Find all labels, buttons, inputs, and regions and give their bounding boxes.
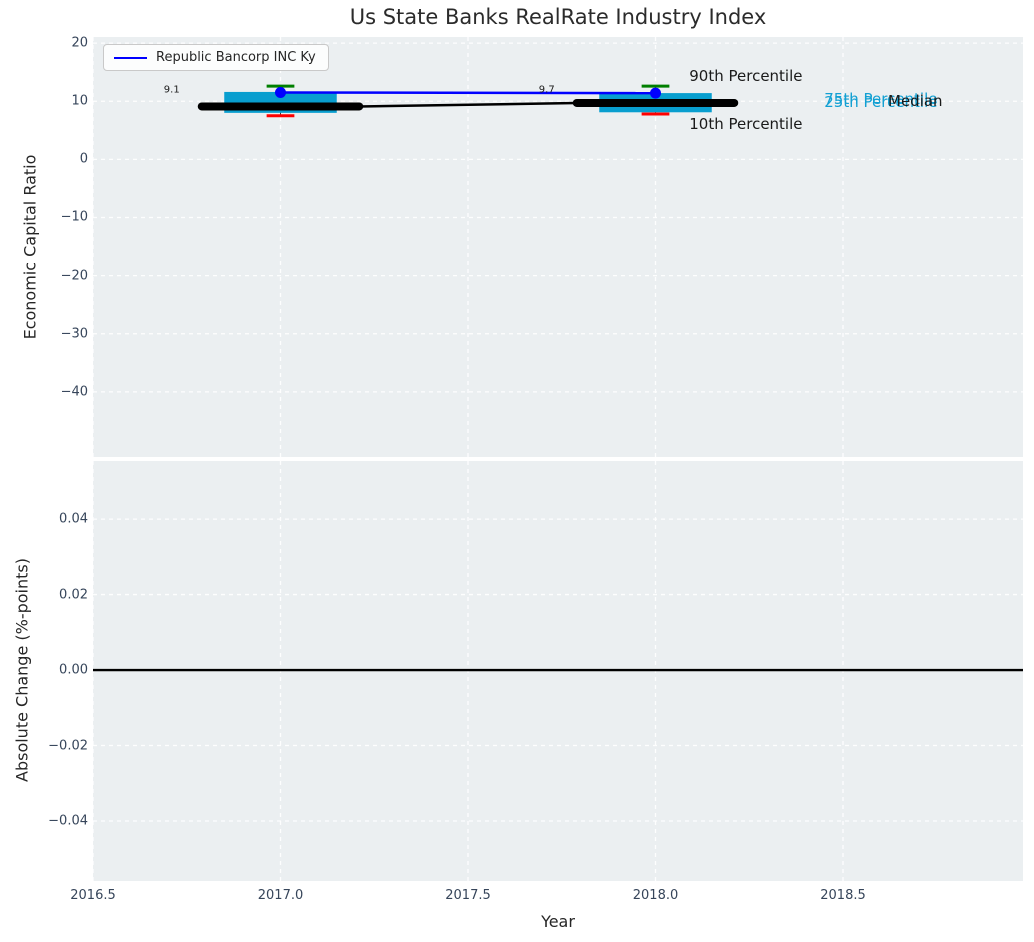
figure: Us State Banks RealRate Industry Index R… xyxy=(0,0,1034,942)
annotation-90th-percentile: 90th Percentile xyxy=(689,67,802,85)
company-line xyxy=(281,93,656,94)
annotation-9-7: 9.7 xyxy=(539,85,555,96)
legend-label: Republic Bancorp INC Ky xyxy=(156,50,316,65)
chart-title: Us State Banks RealRate Industry Index xyxy=(93,5,1023,29)
legend: Republic Bancorp INC Ky xyxy=(103,44,329,71)
y-tick-label: −30 xyxy=(0,326,88,341)
y-tick-label: 0.00 xyxy=(0,663,88,678)
bottom-plot-canvas xyxy=(93,461,1023,881)
axes-absolute-change xyxy=(93,461,1023,881)
y-tick-label: 0.04 xyxy=(0,512,88,527)
y-tick-label: 20 xyxy=(0,36,88,51)
y-axis-label-top: Economic Capital Ratio xyxy=(21,155,40,340)
company-marker xyxy=(650,88,661,99)
x-tick-label: 2018.5 xyxy=(820,888,866,903)
y-tick-label: 10 xyxy=(0,94,88,109)
annotation-9-1: 9.1 xyxy=(164,85,180,96)
x-tick-label: 2017.0 xyxy=(258,888,304,903)
y-tick-label: −0.04 xyxy=(0,814,88,829)
x-tick-label: 2018.0 xyxy=(633,888,679,903)
annotation-10th-percentile: 10th Percentile xyxy=(689,115,802,133)
y-tick-label: −0.02 xyxy=(0,738,88,753)
y-tick-label: 0 xyxy=(0,152,88,167)
y-tick-label: −20 xyxy=(0,268,88,283)
x-tick-label: 2016.5 xyxy=(70,888,116,903)
legend-line-icon xyxy=(114,57,147,59)
x-axis-label: Year xyxy=(93,912,1023,931)
y-tick-label: −40 xyxy=(0,384,88,399)
median-connector-line xyxy=(359,103,577,106)
annotation-median: Median xyxy=(888,92,943,110)
y-tick-label: 0.02 xyxy=(0,587,88,602)
company-marker xyxy=(275,87,286,98)
y-tick-label: −10 xyxy=(0,210,88,225)
x-tick-label: 2017.5 xyxy=(445,888,491,903)
